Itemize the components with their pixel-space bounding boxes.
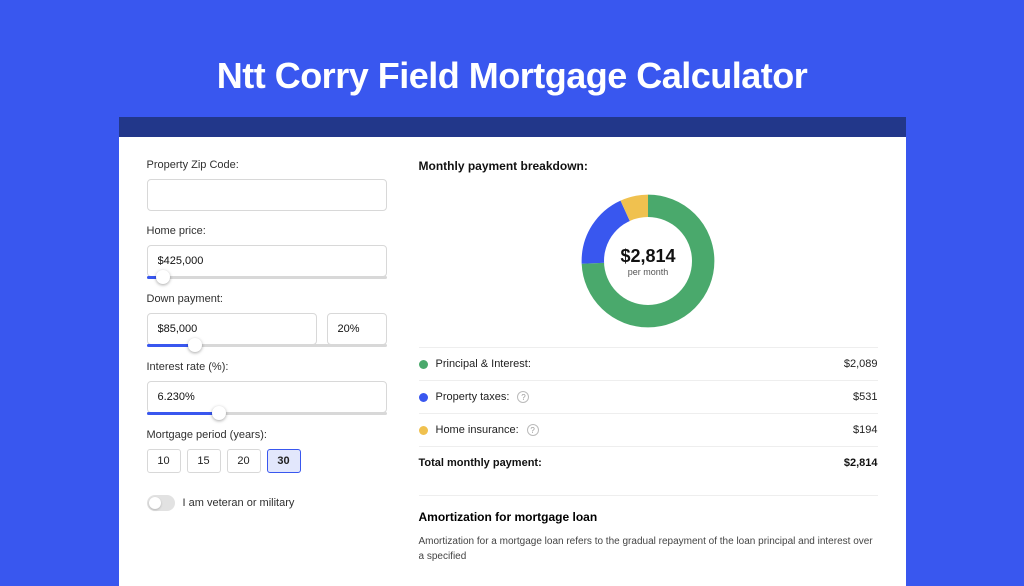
amortization-title: Amortization for mortgage loan xyxy=(419,510,878,524)
veteran-label: I am veteran or military xyxy=(183,497,295,509)
period-15-button[interactable]: 15 xyxy=(187,449,221,473)
dot-icon xyxy=(419,393,428,402)
breakdown-column: Monthly payment breakdown: $2,814 per mo… xyxy=(419,159,878,564)
down-payment-slider[interactable] xyxy=(147,344,387,347)
period-buttons: 10 15 20 30 xyxy=(147,449,387,473)
veteran-toggle[interactable] xyxy=(147,495,175,511)
legend-principal: Principal & Interest: $2,089 xyxy=(419,347,878,380)
amortization-section: Amortization for mortgage loan Amortizat… xyxy=(419,495,878,564)
legend-value: $531 xyxy=(853,391,877,403)
total-value: $2,814 xyxy=(844,457,878,469)
amortization-text: Amortization for a mortgage loan refers … xyxy=(419,534,878,564)
down-payment-label: Down payment: xyxy=(147,293,387,305)
total-label: Total monthly payment: xyxy=(419,457,542,469)
inputs-column: Property Zip Code: Home price: Down paym… xyxy=(147,159,387,564)
breakdown-title: Monthly payment breakdown: xyxy=(419,159,878,173)
legend-value: $2,089 xyxy=(844,358,878,370)
interest-rate-slider[interactable] xyxy=(147,412,387,415)
interest-rate-label: Interest rate (%): xyxy=(147,361,387,373)
donut-sub: per month xyxy=(628,267,669,277)
calculator-card: Property Zip Code: Home price: Down paym… xyxy=(119,137,906,586)
period-10-button[interactable]: 10 xyxy=(147,449,181,473)
legend-insurance: Home insurance: ? $194 xyxy=(419,413,878,446)
legend-label: Principal & Interest: xyxy=(436,358,531,370)
slider-thumb[interactable] xyxy=(212,406,226,420)
legend-value: $194 xyxy=(853,424,877,436)
donut-amount: $2,814 xyxy=(620,246,675,267)
period-label: Mortgage period (years): xyxy=(147,429,387,441)
slider-thumb[interactable] xyxy=(188,338,202,352)
legend-taxes: Property taxes: ? $531 xyxy=(419,380,878,413)
down-pct-input[interactable] xyxy=(327,313,387,345)
down-amount-input[interactable] xyxy=(147,313,317,345)
dot-icon xyxy=(419,360,428,369)
slider-thumb[interactable] xyxy=(156,270,170,284)
interest-rate-input[interactable] xyxy=(147,381,387,413)
zip-input[interactable] xyxy=(147,179,387,211)
legend-label: Property taxes: xyxy=(436,391,510,403)
card-band: Property Zip Code: Home price: Down paym… xyxy=(119,117,906,586)
period-20-button[interactable]: 20 xyxy=(227,449,261,473)
page-title: Ntt Corry Field Mortgage Calculator xyxy=(217,55,808,97)
total-row: Total monthly payment: $2,814 xyxy=(419,446,878,479)
legend-label: Home insurance: xyxy=(436,424,519,436)
info-icon[interactable]: ? xyxy=(527,424,539,436)
home-price-input[interactable] xyxy=(147,245,387,277)
home-price-slider[interactable] xyxy=(147,276,387,279)
home-price-label: Home price: xyxy=(147,225,387,237)
info-icon[interactable]: ? xyxy=(517,391,529,403)
period-30-button[interactable]: 30 xyxy=(267,449,301,473)
zip-label: Property Zip Code: xyxy=(147,159,387,171)
donut-chart: $2,814 per month xyxy=(419,185,878,347)
dot-icon xyxy=(419,426,428,435)
